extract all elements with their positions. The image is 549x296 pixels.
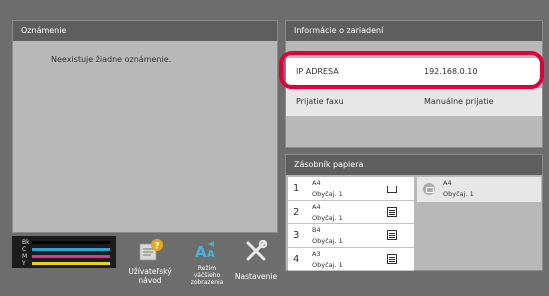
zoom-mode-label-line2: väčšieho bbox=[193, 272, 221, 279]
tray-paper-type: Obyčaj. 1 bbox=[312, 213, 343, 222]
toner-bar-yellow bbox=[32, 262, 110, 265]
toner-bar-cyan bbox=[32, 248, 110, 251]
settings-label: Nastavenie bbox=[234, 272, 278, 281]
tray-item-1[interactable]: 1 A4 Obyčaj. 1 bbox=[288, 177, 414, 201]
toner-label: C bbox=[22, 246, 27, 253]
svg-text:?: ? bbox=[154, 242, 159, 252]
settings-button[interactable]: Nastavenie bbox=[228, 236, 284, 292]
bypass-tray-item[interactable]: A4 Obyčaj. 1 bbox=[417, 177, 541, 202]
tray-number: 2 bbox=[293, 206, 300, 218]
tray-item-3[interactable]: 3 B4 Obyčaj. 1 bbox=[288, 224, 414, 248]
tray-paper-size: A4 bbox=[312, 202, 321, 211]
ip-address-highlight bbox=[279, 51, 544, 89]
paper-tray-title: Zásobník papiera bbox=[286, 155, 542, 175]
notice-panel: Oznámenie Neexistuje žiadne oznámenie. bbox=[12, 20, 278, 233]
toner-bar-black bbox=[32, 241, 110, 244]
bypass-tray-icon bbox=[423, 183, 435, 195]
tray-paper-size: A4 bbox=[312, 179, 321, 187]
tray-paper-size: B4 bbox=[312, 226, 321, 234]
toner-label: Y bbox=[22, 260, 26, 267]
toner-status[interactable]: Bk C M Y bbox=[12, 236, 116, 268]
svg-text:A: A bbox=[207, 249, 215, 260]
zoom-mode-label-line3: zobrazenia bbox=[190, 279, 224, 286]
tray-empty-icon bbox=[387, 186, 397, 193]
bypass-paper-size: A4 bbox=[443, 179, 452, 187]
fax-receive-row: Prijatie faxu Manuálne prijatie bbox=[286, 88, 542, 116]
settings-icon bbox=[246, 240, 267, 261]
toner-label: Bk bbox=[22, 239, 30, 246]
tray-paper-type: Obyčaj. 1 bbox=[312, 237, 343, 245]
notice-panel-title: Oznámenie bbox=[13, 21, 277, 41]
user-guide-label-line1: Užívateľský bbox=[128, 267, 172, 276]
paper-tray-panel: Zásobník papiera 1 A4 Obyčaj. 1 2 A4 Oby… bbox=[285, 154, 543, 271]
tray-paper-type: Obyčaj. 1 bbox=[312, 190, 343, 198]
guide-icon: ? bbox=[139, 239, 163, 261]
tray-number: 1 bbox=[293, 183, 300, 194]
toner-label: M bbox=[22, 253, 28, 260]
toner-bar-magenta bbox=[32, 255, 110, 258]
tray-item-2[interactable]: 2 A4 Obyčaj. 1 bbox=[288, 200, 414, 224]
tray-cassette-icon bbox=[387, 230, 397, 240]
zoom-mode-label-line1: Režim bbox=[197, 265, 217, 272]
tray-item-4[interactable]: 4 A3 Obyčaj. 1 bbox=[288, 247, 414, 271]
zoom-mode-icon: A A bbox=[195, 241, 215, 261]
tray-paper-type: Obyčaj. 1 bbox=[312, 260, 343, 269]
tray-number: 4 bbox=[293, 253, 300, 265]
tray-cassette-icon bbox=[387, 206, 397, 217]
tray-number: 3 bbox=[293, 230, 300, 241]
zoom-mode-button[interactable]: A A Režim väčšieho zobrazenia bbox=[186, 236, 228, 292]
svg-text:A: A bbox=[195, 243, 207, 261]
tray-list: 1 A4 Obyčaj. 1 2 A4 Obyčaj. 1 3 B4 Obyča… bbox=[288, 177, 414, 271]
user-guide-label-line2: návod bbox=[138, 276, 162, 285]
home-screen: Oznámenie Neexistuje žiadne oznámenie. I… bbox=[0, 0, 549, 296]
fax-receive-label: Prijatie faxu bbox=[296, 97, 344, 106]
tray-paper-size: A3 bbox=[312, 249, 321, 258]
device-info-title: Informácie o zariadení bbox=[286, 21, 542, 41]
bypass-paper-type: Obyčaj. 1 bbox=[443, 190, 474, 198]
fax-receive-value: Manuálne prijatie bbox=[424, 97, 494, 106]
notice-message: Neexistuje žiadne oznámenie. bbox=[51, 55, 172, 64]
user-guide-button[interactable]: ? Užívateľský návod bbox=[116, 236, 184, 292]
tray-cassette-icon bbox=[387, 253, 397, 264]
